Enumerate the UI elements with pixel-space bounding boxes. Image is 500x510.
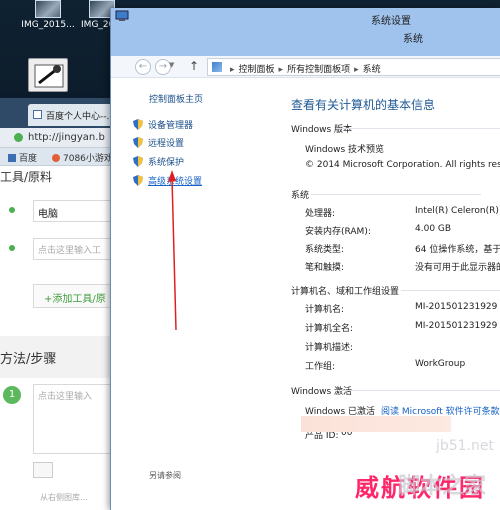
breadcrumb-item[interactable]: 所有控制面板项: [287, 65, 350, 75]
balloon-icon: [52, 154, 60, 162]
shield-icon: [133, 156, 143, 167]
browser-window: 百度个人中心--... http://jingyan.b 百度 7086小游戏 …: [0, 98, 122, 510]
task-pane: 控制面板主页 设备管理器 远程设置 系统保护 高级系统设置 另请参阅: [111, 78, 277, 510]
bookmark-baidu[interactable]: 百度: [8, 151, 37, 164]
steps-header-band: 方法/步骤: [0, 336, 122, 378]
spec-label: 安装内存(RAM):: [305, 227, 371, 237]
remote-settings-link[interactable]: 远程设置: [133, 136, 184, 149]
baidu-icon: [8, 154, 16, 162]
breadcrumb-item[interactable]: 系统: [363, 65, 381, 75]
shield-icon: [133, 137, 143, 148]
bookmarks-bar: 百度 7086小游戏: [0, 148, 122, 166]
computer-label: 计算机描述:: [305, 343, 354, 353]
redacted-product-id: [301, 416, 451, 432]
desktop-icon-image-1[interactable]: IMG_2015...: [18, 0, 78, 34]
desktop-icon-label: IMG_2015...: [21, 20, 75, 30]
browser-tab-title: 百度个人中心--...: [46, 112, 116, 122]
tool-input-empty[interactable]: 点击这里输入工: [33, 238, 113, 260]
system-section-title: 系统: [291, 191, 310, 201]
control-panel-icon: [212, 62, 222, 72]
spec-label: 处理器:: [305, 209, 336, 219]
back-button[interactable]: ←: [135, 59, 151, 75]
spec-label: 系统类型:: [305, 245, 345, 255]
section-divider: [401, 290, 500, 291]
copyright-text: © 2014 Microsoft Corporation. All rights…: [305, 160, 500, 170]
steps-section-title: 方法/步骤: [0, 352, 57, 367]
breadcrumb[interactable]: ▸ 控制面板 ▸ 所有控制面板项 ▸ 系统: [207, 58, 500, 76]
section-divider: [339, 390, 500, 391]
outer-window-title: 系统设置: [371, 16, 411, 27]
computer-icon: [115, 10, 129, 21]
title-bar: 系统设置 系统: [111, 8, 500, 56]
spec-label: 笔和触摸:: [305, 263, 345, 273]
computer-label: 计算机名:: [305, 305, 345, 315]
insert-image-button[interactable]: [33, 462, 53, 478]
watermark-url: jb51.net: [436, 438, 495, 454]
window-title: 系统: [403, 34, 423, 45]
breadcrumb-item[interactable]: 控制面板: [239, 65, 275, 75]
computer-label: 工作组:: [305, 362, 336, 372]
tool-input-filled[interactable]: 电脑: [33, 200, 113, 222]
step-textarea[interactable]: 点击这里输入: [33, 384, 113, 454]
browser-address-bar[interactable]: http://jingyan.b: [0, 128, 122, 148]
sidebar-link-label: 远程设置: [148, 139, 185, 149]
bookmark-label: 7086小游戏: [63, 154, 113, 164]
add-tool-button[interactable]: +添加工具/原: [33, 284, 113, 308]
tools-section-title: 工具/原料: [0, 170, 53, 184]
shield-icon: [133, 175, 143, 186]
computer-name-section-title: 计算机名、域和工作组设置: [291, 287, 400, 297]
section-divider: [337, 128, 500, 129]
step-number-badge: 1: [3, 386, 21, 404]
page-title: 查看有关计算机的基本信息: [291, 98, 436, 112]
spec-value: Intel(R) Celeron(R) C: [415, 206, 500, 216]
desktop-app-icon[interactable]: [28, 58, 68, 92]
recent-locations-dropdown-icon[interactable]: ▼: [169, 61, 174, 69]
breadcrumb-separator-icon: ▸: [354, 65, 359, 75]
shield-icon: [133, 119, 143, 130]
page-icon: [33, 110, 42, 119]
watermark-logo-grey: 脚本之家: [398, 474, 487, 499]
control-panel-home-link[interactable]: 控制面板主页: [149, 92, 203, 105]
computer-value: WorkGroup: [415, 359, 466, 369]
breadcrumb-separator-icon: ▸: [230, 65, 235, 75]
navigation-bar: ← → ▼ ↑ ▸ 控制面板 ▸ 所有控制面板项 ▸ 系统: [111, 56, 500, 78]
spec-value: 64 位操作系统，基于: [415, 245, 500, 255]
device-manager-link[interactable]: 设备管理器: [133, 118, 193, 131]
spec-value: 没有可用于此显示器的: [415, 263, 500, 273]
sidebar-link-label: 系统保护: [148, 158, 185, 168]
bookmark-label: 百度: [19, 154, 38, 164]
spec-value: 4.00 GB: [415, 224, 452, 234]
tool-icon: [34, 64, 64, 88]
section-divider: [311, 194, 481, 195]
image-hint-text: 从右侧图库...: [40, 493, 88, 502]
browser-url[interactable]: http://jingyan.b: [28, 132, 105, 143]
sidebar-link-label: 设备管理器: [148, 121, 194, 131]
bookmark-games[interactable]: 7086小游戏: [52, 151, 113, 164]
computer-value: MI-201501231929: [415, 321, 498, 331]
system-protection-link[interactable]: 系统保护: [133, 155, 184, 168]
annotation-arrow-icon: [168, 170, 177, 331]
browser-tab[interactable]: 百度个人中心--...: [28, 104, 122, 126]
up-button[interactable]: ↑: [189, 59, 199, 73]
bullet-icon: [9, 245, 15, 251]
computer-label: 计算机全名:: [305, 324, 354, 334]
bullet-icon: [9, 207, 15, 213]
browser-tab-strip: 百度个人中心--...: [0, 98, 122, 128]
breadcrumb-separator-icon: ▸: [278, 65, 284, 75]
browser-page-content: 工具/原料 电脑 点击这里输入工 +添加工具/原 方法/步骤 1 点击这里输入 …: [0, 166, 122, 510]
secure-check-icon: [14, 133, 23, 142]
computer-value: MI-201501231929: [415, 302, 498, 312]
see-also-heading: 另请参阅: [149, 471, 181, 480]
image-thumbnail-icon: [35, 0, 61, 18]
windows-edition-name: Windows 技术预览: [305, 145, 385, 155]
